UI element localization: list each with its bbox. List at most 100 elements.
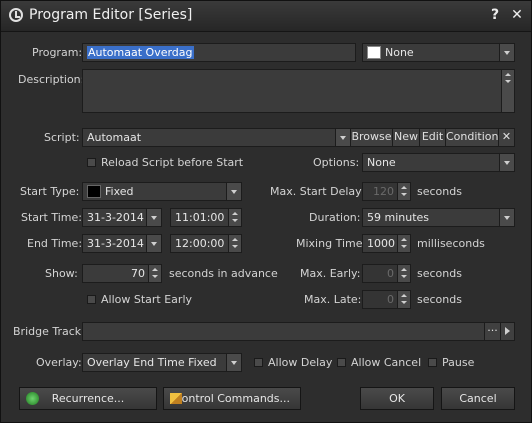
allow-delay-label: Allow Delay bbox=[268, 356, 333, 369]
control-commands-icon bbox=[170, 393, 182, 404]
start-time-input[interactable]: 11:01:00 bbox=[170, 208, 242, 227]
mixing-time-spinner[interactable] bbox=[397, 235, 410, 252]
control-commands-button[interactable]: Control Commands... bbox=[163, 387, 301, 410]
options-label: Options: bbox=[313, 156, 360, 169]
start-type-label: Start Type: bbox=[20, 185, 80, 198]
pause-label: Pause bbox=[442, 356, 475, 369]
max-start-delay-unit: seconds bbox=[417, 185, 462, 198]
bridge-track-label: Bridge Track: bbox=[13, 325, 85, 338]
play-icon bbox=[505, 327, 510, 335]
start-time-spinner[interactable] bbox=[228, 209, 241, 226]
recurrence-icon bbox=[26, 392, 39, 405]
start-time-label: Start Time: bbox=[21, 211, 82, 224]
max-late-value: 0 bbox=[387, 293, 394, 306]
duration-value: 59 minutes bbox=[367, 211, 430, 224]
overlay-select[interactable]: Overlay End Time Fixed bbox=[82, 353, 242, 372]
bridge-track-play-button[interactable] bbox=[500, 323, 514, 340]
max-early-spinner[interactable] bbox=[397, 265, 410, 282]
window-title: Program Editor [Series] bbox=[29, 7, 193, 23]
overlay-label: Overlay: bbox=[36, 356, 82, 369]
chevron-down-icon bbox=[499, 44, 514, 61]
start-type-value: Fixed bbox=[105, 185, 134, 198]
max-late-input[interactable]: 0 bbox=[362, 290, 411, 309]
max-start-delay-spinner[interactable] bbox=[397, 183, 410, 200]
program-label: Program: bbox=[32, 46, 83, 59]
mixing-time-value: 1000 bbox=[367, 237, 395, 250]
clock-icon bbox=[9, 8, 23, 22]
program-input[interactable]: Automaat Overdag bbox=[82, 43, 356, 62]
recurrence-button[interactable]: Recurrence... bbox=[19, 387, 157, 410]
mixing-time-unit: milliseconds bbox=[417, 237, 485, 250]
max-start-delay-input[interactable]: 120 bbox=[362, 182, 411, 201]
end-date-value: 31-3-2014 bbox=[87, 237, 144, 250]
mixing-time-input[interactable]: 1000 bbox=[362, 234, 411, 253]
chevron-down-icon bbox=[499, 209, 514, 226]
script-value: Automaat bbox=[87, 131, 142, 144]
ok-button[interactable]: OK bbox=[360, 387, 434, 410]
description-scrollbar[interactable] bbox=[501, 70, 514, 112]
start-date-value: 31-3-2014 bbox=[87, 211, 144, 224]
options-select[interactable]: None bbox=[362, 153, 515, 172]
program-value: Automaat Overdag bbox=[87, 46, 194, 59]
start-date-select[interactable]: 31-3-2014 bbox=[82, 208, 162, 227]
show-spinner[interactable] bbox=[148, 265, 161, 282]
pause-checkbox[interactable] bbox=[428, 358, 437, 367]
chevron-down-icon bbox=[226, 354, 241, 371]
max-start-delay-value: 120 bbox=[373, 185, 394, 198]
recurrence-label: Recurrence... bbox=[51, 392, 125, 405]
title-bar: Program Editor [Series] ? ✕ bbox=[1, 1, 531, 32]
end-time-input[interactable]: 12:00:00 bbox=[170, 234, 242, 253]
allow-delay-checkbox[interactable] bbox=[254, 358, 263, 367]
bridge-track-browse-button[interactable]: ··· bbox=[484, 323, 500, 340]
start-type-select[interactable]: Fixed bbox=[82, 182, 242, 201]
start-time-value: 11:01:00 bbox=[175, 211, 225, 224]
script-condition-button[interactable]: Condition bbox=[445, 129, 499, 146]
script-input[interactable]: Automaat Browse New Edit Condition ✕ bbox=[82, 128, 515, 147]
chevron-down-icon bbox=[146, 235, 161, 252]
max-early-unit: seconds bbox=[417, 267, 462, 280]
max-early-input[interactable]: 0 bbox=[362, 264, 411, 283]
max-start-delay-label: Max. Start Delay: bbox=[270, 185, 365, 198]
color-swatch bbox=[367, 46, 381, 59]
show-value: 70 bbox=[131, 267, 145, 280]
allow-start-early-checkbox[interactable] bbox=[87, 295, 96, 304]
end-time-value: 12:00:00 bbox=[175, 237, 225, 250]
allow-cancel-checkbox[interactable] bbox=[337, 358, 346, 367]
end-time-spinner[interactable] bbox=[228, 235, 241, 252]
chevron-down-icon[interactable] bbox=[335, 129, 350, 146]
cancel-button[interactable]: Cancel bbox=[441, 387, 515, 410]
duration-label: Duration: bbox=[309, 211, 361, 224]
chevron-down-icon bbox=[499, 154, 514, 171]
mixing-time-label: Mixing Time: bbox=[296, 237, 367, 250]
show-unit: seconds in advance bbox=[169, 267, 278, 280]
script-new-button[interactable]: New bbox=[392, 129, 419, 146]
close-button[interactable]: ✕ bbox=[509, 7, 525, 23]
reload-checkbox[interactable] bbox=[87, 158, 96, 167]
chevron-down-icon bbox=[146, 209, 161, 226]
max-early-label: Max. Early: bbox=[300, 267, 361, 280]
program-color-select[interactable]: None bbox=[362, 43, 515, 62]
show-label: Show: bbox=[45, 267, 78, 280]
script-clear-button[interactable]: ✕ bbox=[498, 129, 514, 146]
options-value: None bbox=[367, 156, 396, 169]
script-browse-button[interactable]: Browse bbox=[350, 129, 392, 146]
duration-select[interactable]: 59 minutes bbox=[362, 208, 515, 227]
program-editor-window: Program Editor [Series] ? ✕ Program: Aut… bbox=[0, 0, 532, 423]
description-label: Description: bbox=[18, 73, 85, 86]
max-late-spinner[interactable] bbox=[397, 291, 410, 308]
overlay-value: Overlay End Time Fixed bbox=[87, 356, 217, 369]
reload-label: Reload Script before Start bbox=[101, 156, 244, 169]
control-commands-label: Control Commands... bbox=[173, 392, 290, 405]
allow-start-early-label: Allow Start Early bbox=[101, 293, 193, 306]
bridge-track-input[interactable]: ··· bbox=[82, 322, 515, 341]
help-button[interactable]: ? bbox=[487, 7, 503, 23]
description-textarea[interactable] bbox=[82, 69, 515, 113]
color-swatch bbox=[87, 185, 101, 198]
script-edit-button[interactable]: Edit bbox=[419, 129, 445, 146]
end-date-select[interactable]: 31-3-2014 bbox=[82, 234, 162, 253]
show-input[interactable]: 70 bbox=[82, 264, 162, 283]
program-color-value: None bbox=[385, 46, 414, 59]
chevron-down-icon bbox=[226, 183, 241, 200]
allow-cancel-label: Allow Cancel bbox=[351, 356, 422, 369]
end-time-label: End Time: bbox=[27, 237, 83, 250]
